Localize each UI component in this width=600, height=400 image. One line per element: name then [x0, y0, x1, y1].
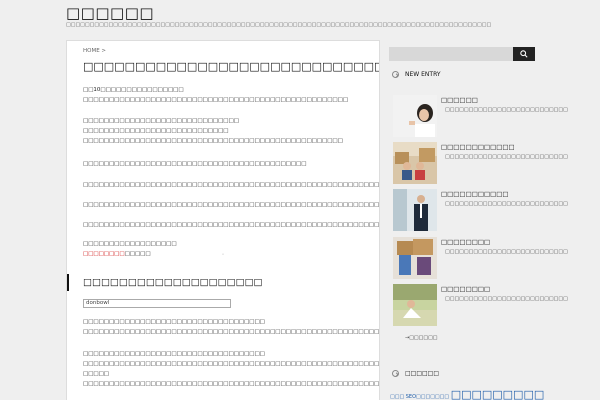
entry-title[interactable]: □□□□□□□□□□□	[441, 190, 509, 198]
breadcrumb[interactable]: HOME >	[83, 48, 106, 54]
entry-item[interactable]: □□□□□□□□□□□□ □□□□□□□□□□□□□□□□□□□□□□□□□□	[393, 142, 568, 184]
section-heading: □□□□□□□□□□□□□□□□□□□□	[83, 277, 263, 288]
search-input[interactable]	[389, 47, 513, 61]
chevron-circle-icon	[392, 370, 399, 377]
entry-title[interactable]: □□□□□□□□	[441, 238, 490, 246]
entry-desc: □□□□□□□□□□□□□□□□□□□□□□□□□□	[445, 249, 568, 255]
paragraph: □□10□□□□□□□□□□□□□□□□ □□□□□□□□□□□□□□□□□□□…	[83, 87, 349, 103]
paragraph: □□□□□□□□□□□□□□□□□□□□□□□□□□□□□□□□□□□ □□□□…	[83, 351, 380, 387]
paragraph: □□□□□□□□□□□□□□□□□□□□□□□□□□□□□□□□□□□□□□□□…	[83, 202, 380, 208]
tag-link[interactable]: □□□ SEO□□□□□□□	[390, 394, 449, 400]
entry-title[interactable]: □□□□□□□□	[441, 285, 490, 293]
entry-desc: □□□□□□□□□□□□□□□□□□□□□□□□□□	[445, 201, 568, 207]
text-input[interactable]: donbowl	[83, 299, 231, 308]
post-title: □□□□□□□□□□□□□□□□□□□□□□□□□□□□□□□□	[83, 60, 379, 73]
paragraph: □□□□□□□□□□□□□□□□□□□□□□□□□□□□□□ □□□□□□□□□…	[83, 118, 343, 144]
entry-thumbnail[interactable]	[393, 142, 437, 184]
paragraph: □□□□□□□□□□□□□□□□□□□□□□□□□□□□□□□□□□□□□□□□…	[83, 222, 380, 228]
entry-thumbnail[interactable]	[393, 284, 437, 326]
entry-item[interactable]: □□□□□□□□□□□ □□□□□□□□□□□□□□□□□□□□□□□□□□	[393, 189, 568, 231]
entry-thumbnail[interactable]	[393, 237, 437, 279]
paragraph: □□□□□□□□□□□□□□□□□□□□□□□□□□□□□□□□□□□□□□□□…	[83, 182, 380, 188]
tag-cloud: □□□ SEO□□□□□□□ □□□□□□□□□	[390, 388, 544, 400]
heading-bar	[67, 274, 69, 291]
new-entry-heading: NEW ENTRY	[392, 71, 441, 78]
entry-thumbnail[interactable]	[393, 189, 437, 231]
search-icon	[520, 50, 528, 58]
entry-item[interactable]: □□□□□□□□ □□□□□□□□□□□□□□□□□□□□□□□□□□	[393, 237, 568, 279]
entry-desc: □□□□□□□□□□□□□□□□□□□□□□□□□□	[445, 107, 568, 113]
chevron-circle-icon	[392, 71, 399, 78]
article-main: HOME > □□□□□□□□□□□□□□□□□□□□□□□□□□□□□□□□ …	[66, 40, 380, 400]
tag-heading: □□□□□□	[392, 370, 439, 377]
paragraph: □□□□□□□□□□□□□□□□□□□□□□□□□□□□□□□□□□□ □□□□…	[83, 319, 380, 335]
entry-desc: □□□□□□□□□□□□□□□□□□□□□□□□□□	[445, 154, 568, 160]
entry-item[interactable]: □□□□□□□□ □□□□□□□□□□□□□□□□□□□□□□□□□□	[393, 284, 568, 326]
link-suffix: □□□□□	[124, 251, 151, 257]
article-link[interactable]: □□□□□□□□	[83, 251, 125, 257]
tag-link[interactable]: □□□□□□□□□	[451, 388, 545, 400]
paragraph: □□□□□□□□□□□□□□□□□□□□□□□□□□□□□□□□□□□□□□□□…	[83, 161, 307, 167]
entry-title[interactable]: □□□□□□	[441, 96, 478, 104]
separator-dot: °	[222, 253, 224, 258]
entry-thumbnail[interactable]	[393, 95, 437, 137]
entry-item[interactable]: □□□□□□ □□□□□□□□□□□□□□□□□□□□□□□□□□	[393, 95, 568, 137]
entry-desc: □□□□□□□□□□□□□□□□□□□□□□□□□□	[445, 296, 568, 302]
paragraph-closing: □□□□□□□□□□□□□□□□□□ □□□□□□□□□□□□□	[83, 241, 177, 257]
search-button[interactable]	[513, 47, 535, 61]
site-description: □□□□□□□□□□□□□□□□□□□□□□□□□□□□□□□□□□□□□□□□…	[66, 22, 492, 28]
more-entries-link[interactable]: →□□□□□□	[405, 335, 438, 341]
site-title[interactable]: □□□□□□	[66, 4, 154, 22]
entry-title[interactable]: □□□□□□□□□□□□	[441, 143, 515, 151]
